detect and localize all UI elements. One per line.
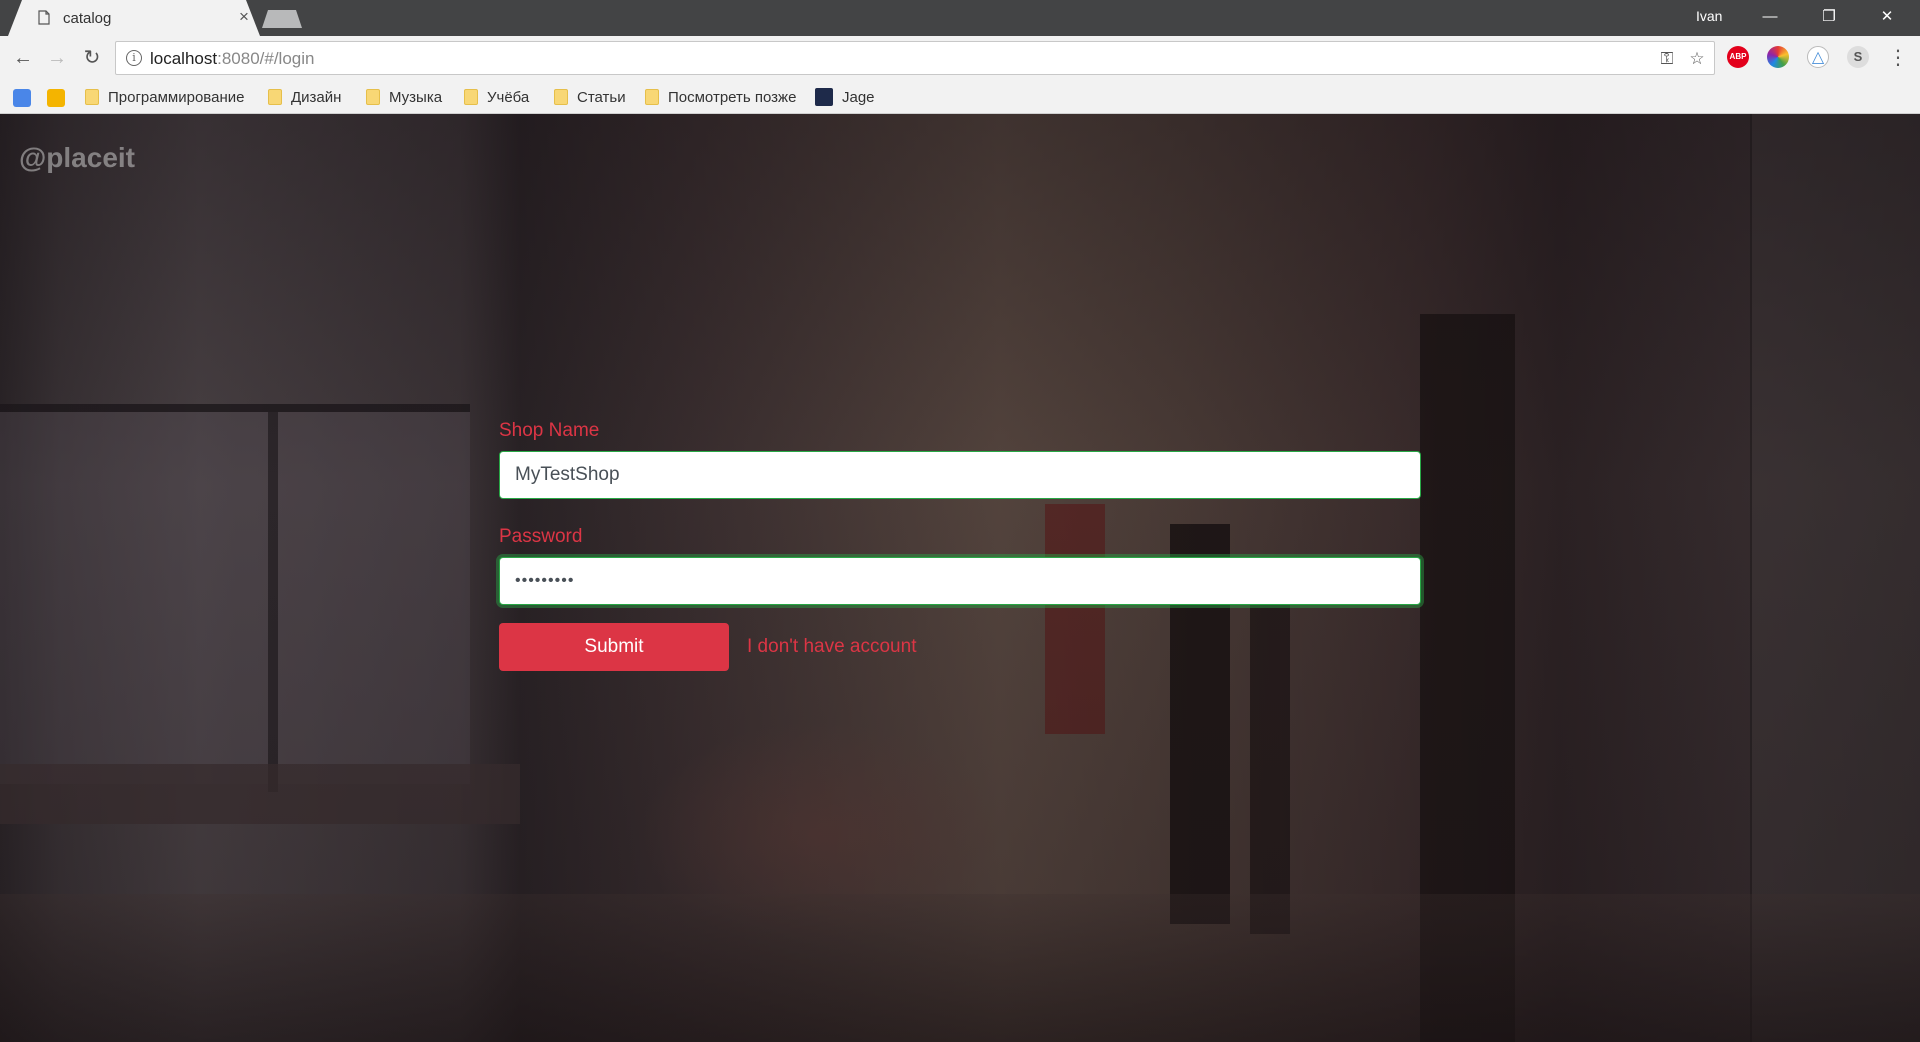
- background-shelf: [1420, 314, 1515, 1042]
- key-icon[interactable]: ⚿: [1656, 48, 1678, 70]
- password-input[interactable]: •••••••••: [499, 557, 1421, 605]
- bookmark-watch-later[interactable]: Посмотреть позже: [645, 86, 796, 108]
- url-path: :8080/#/login: [217, 49, 315, 68]
- back-arrow-icon[interactable]: ←: [7, 42, 39, 74]
- form-actions: Submit I don't have account: [499, 623, 1421, 671]
- no-account-link[interactable]: I don't have account: [747, 636, 916, 658]
- password-label: Password: [499, 526, 583, 547]
- bookmark-label: Дизайн: [291, 88, 342, 106]
- tab-title: catalog: [63, 10, 112, 27]
- tab-close-icon[interactable]: ×: [235, 7, 253, 27]
- restore-button[interactable]: ❐: [1805, 0, 1853, 34]
- background-panel: [1750, 114, 1920, 1042]
- login-page: @placeit Shop Name MyTestShop Password •…: [0, 114, 1920, 1042]
- bookmark-label: Учёба: [487, 88, 530, 106]
- bookmark-study[interactable]: Учёба: [464, 86, 529, 108]
- document-icon: [38, 10, 50, 25]
- login-form: Shop Name MyTestShop Password ••••••••• …: [499, 420, 1421, 671]
- folder-icon: [268, 89, 282, 105]
- reload-icon[interactable]: ↻: [76, 42, 108, 74]
- background-window: [0, 404, 470, 792]
- bookmark-articles[interactable]: Статьи: [554, 86, 626, 108]
- folder-icon: [554, 89, 568, 105]
- address-bar[interactable]: i localhost:8080/#/login ⚿ ☆: [115, 41, 1715, 75]
- bookmark-label: Статьи: [577, 88, 626, 106]
- abp-icon[interactable]: ABP: [1727, 46, 1749, 68]
- drive-icon[interactable]: △: [1807, 46, 1829, 68]
- shop-name-input[interactable]: MyTestShop: [499, 451, 1421, 499]
- folder-icon: [366, 89, 380, 105]
- keep-icon[interactable]: [47, 89, 65, 107]
- background-floor: [0, 894, 1920, 1042]
- close-window-button[interactable]: ✕: [1863, 0, 1911, 34]
- folder-icon: [645, 89, 659, 105]
- profile-name[interactable]: Ivan: [1696, 8, 1722, 24]
- submit-button[interactable]: Submit: [499, 623, 729, 671]
- brand-logo[interactable]: @placeit: [19, 142, 135, 174]
- s-extension-icon[interactable]: S: [1847, 46, 1869, 68]
- bookmark-label: Музыка: [389, 88, 443, 106]
- forward-arrow-icon[interactable]: →: [41, 42, 73, 74]
- bookmark-programming[interactable]: Программирование: [85, 86, 244, 108]
- jage-icon: [815, 88, 833, 106]
- google-translate-icon[interactable]: [13, 89, 31, 107]
- browser-toolbar: ← → ↻ i localhost:8080/#/login ⚿ ☆ ABP △…: [0, 36, 1920, 80]
- bookmark-label: Посмотреть позже: [668, 88, 797, 106]
- shop-name-label: Shop Name: [499, 420, 600, 441]
- folder-icon: [464, 89, 478, 105]
- background-sofa: [0, 764, 520, 824]
- color-picker-icon[interactable]: [1767, 46, 1789, 68]
- bookmark-label: Программирование: [108, 88, 245, 106]
- info-icon[interactable]: i: [126, 50, 142, 66]
- bookmark-label: Jage: [842, 88, 875, 106]
- star-icon[interactable]: ☆: [1686, 48, 1708, 70]
- folder-icon: [85, 89, 99, 105]
- browser-tab[interactable]: catalog ×: [8, 0, 260, 36]
- browser-titlebar: catalog × Ivan — ❐ ✕: [0, 0, 1920, 36]
- bookmark-jage[interactable]: Jage: [815, 86, 875, 108]
- minimize-button[interactable]: —: [1746, 0, 1794, 34]
- url-text[interactable]: localhost:8080/#/login: [150, 49, 314, 69]
- url-host: localhost: [150, 49, 218, 68]
- bookmark-design[interactable]: Дизайн: [268, 86, 341, 108]
- bookmarks-bar: Программирование Дизайн Музыка Учёба Ста…: [0, 80, 1920, 114]
- new-tab-button[interactable]: [262, 10, 302, 28]
- chrome-menu-icon[interactable]: ⋮: [1882, 42, 1914, 74]
- bookmark-music[interactable]: Музыка: [366, 86, 442, 108]
